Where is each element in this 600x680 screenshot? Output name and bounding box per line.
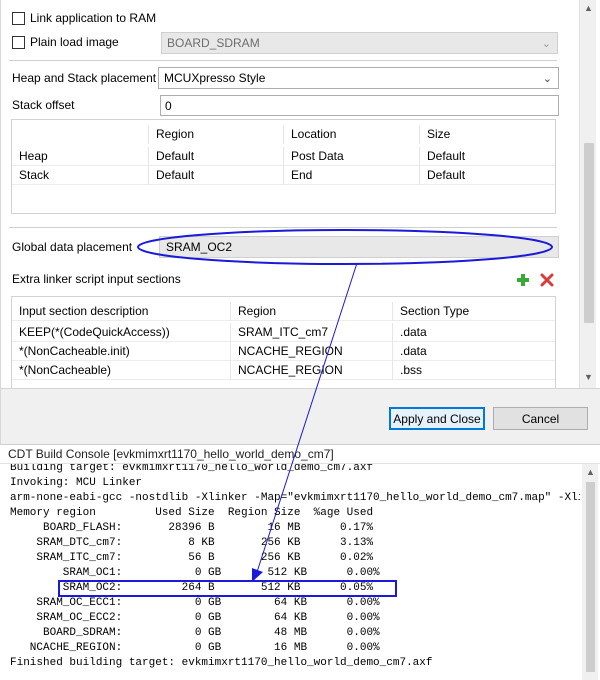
table-cell[interactable]: *(NonCacheable) (12, 361, 230, 380)
plain-load-row[interactable]: Plain load image (12, 34, 119, 50)
sections-table: Input section description Region Section… (11, 296, 556, 388)
table-header: Region (230, 302, 392, 321)
linker-settings-panel: Link application to RAM Plain load image… (0, 0, 600, 388)
console-line: SRAM_DTC_cm7: 8 KB 256 KB 3.13% (10, 537, 374, 549)
console-line: NCACHE_REGION: 0 GB 16 MB 0.00% (10, 642, 380, 654)
scrollbar-thumb[interactable] (584, 143, 594, 323)
vertical-scrollbar[interactable]: ▲ ▼ (579, 0, 596, 388)
console-scrollbar[interactable]: ▲ (582, 464, 598, 680)
link-app-ram-label: Link application to RAM (30, 11, 157, 25)
table-row[interactable]: *(NonCacheable) NCACHE_REGION .bss (12, 361, 555, 380)
console-line: SRAM_OC1: 0 GB 512 KB 0.00% (10, 567, 380, 579)
heap-stack-label: Heap and Stack placement (12, 71, 157, 85)
table-header: Region (148, 125, 283, 144)
console-line: SRAM_OC_ECC1: 0 GB 64 KB 0.00% (10, 597, 380, 609)
console-line: SRAM_ITC_cm7: 56 B 256 KB 0.02% (10, 552, 374, 564)
stack-offset-label: Stack offset (12, 98, 75, 112)
extra-sections-label: Extra linker script input sections (12, 272, 181, 286)
chevron-down-icon: ⌄ (541, 38, 551, 50)
table-cell[interactable]: SRAM_ITC_cm7 (230, 323, 392, 342)
table-row[interactable]: KEEP(*(CodeQuickAccess)) SRAM_ITC_cm7 .d… (12, 323, 555, 342)
table-header-row: Input section description Region Section… (12, 302, 555, 321)
table-cell[interactable]: .data (392, 342, 555, 361)
table-cell[interactable]: Default (148, 147, 283, 166)
scrollbar-thumb[interactable] (586, 482, 595, 672)
table-row[interactable]: *(NonCacheable.init) NCACHE_REGION .data (12, 342, 555, 361)
build-console: CDT Build Console [evkmimxrt1170_hello_w… (0, 444, 600, 680)
console-line: Finished building target: evkmimxrt1170_… (10, 657, 433, 669)
table-header: Section Type (392, 302, 555, 321)
table-cell[interactable]: KEEP(*(CodeQuickAccess)) (12, 323, 230, 342)
table-cell[interactable]: .bss (392, 361, 555, 380)
table-cell[interactable]: Default (148, 166, 283, 185)
heap-stack-value: MCUXpresso Style (164, 71, 266, 85)
table-header (12, 125, 148, 144)
console-line: arm-none-eabi-gcc -nostdlib -Xlinker -Ma… (10, 492, 580, 504)
table-header: Input section description (19, 304, 149, 318)
global-data-combo[interactable]: SRAM_OC2 (159, 236, 559, 258)
plain-load-target-value: BOARD_SDRAM (167, 36, 260, 50)
apply-and-close-button[interactable]: Apply and Close (389, 407, 485, 430)
scroll-up-icon[interactable]: ▲ (585, 467, 596, 477)
global-data-label: Global data placement (12, 240, 133, 254)
delete-x-icon[interactable] (539, 272, 555, 288)
console-line: Building target: evkmimxrt1170_hello_wor… (10, 464, 374, 474)
table-cell[interactable]: Default (419, 166, 555, 185)
console-output[interactable]: Building target: evkmimxrt1170_hello_wor… (0, 464, 580, 680)
global-data-value: SRAM_OC2 (166, 240, 233, 254)
divider (9, 227, 557, 228)
plain-load-target-combo: BOARD_SDRAM ⌄ (161, 32, 558, 54)
table-header: Size (419, 125, 555, 144)
table-cell: Heap (19, 149, 48, 163)
console-line: BOARD_FLASH: 28396 B 16 MB 0.17% (10, 522, 374, 534)
heap-stack-combo[interactable]: MCUXpresso Style ⌄ (158, 67, 559, 89)
table-cell[interactable]: Default (419, 147, 555, 166)
console-line: SRAM_OC_ECC2: 0 GB 64 KB 0.00% (10, 612, 380, 624)
table-header: Location (283, 125, 419, 144)
console-line: Invoking: MCU Linker (10, 477, 143, 489)
stack-offset-value: 0 (165, 98, 172, 113)
heap-stack-table: Region Location Size Heap Default Post D… (11, 119, 556, 214)
dialog-button-bar: Apply and Close Cancel (0, 388, 600, 444)
table-cell[interactable]: .data (392, 323, 555, 342)
console-title: CDT Build Console [evkmimxrt1170_hello_w… (0, 445, 600, 464)
console-line: BOARD_SDRAM: 0 GB 48 MB 0.00% (10, 627, 380, 639)
table-cell[interactable]: End (283, 166, 419, 185)
table-cell[interactable]: NCACHE_REGION (230, 342, 392, 361)
scroll-down-icon[interactable]: ▼ (583, 372, 594, 383)
cancel-button[interactable]: Cancel (493, 407, 588, 430)
link-app-ram-row[interactable]: Link application to RAM (12, 10, 156, 26)
plain-load-checkbox[interactable] (12, 35, 25, 49)
link-app-ram-checkbox[interactable] (12, 11, 25, 25)
table-header-row: Region Location Size (12, 125, 555, 144)
table-cell[interactable]: *(NonCacheable.init) (12, 342, 230, 361)
table-row[interactable]: Heap Default Post Data Default (12, 147, 555, 166)
divider (9, 60, 557, 61)
stack-offset-input[interactable]: 0 (160, 95, 559, 116)
table-cell[interactable]: Post Data (283, 147, 419, 166)
scroll-up-icon[interactable]: ▲ (583, 3, 594, 14)
chevron-down-icon: ⌄ (542, 73, 552, 85)
plain-load-label: Plain load image (30, 35, 119, 49)
table-row[interactable]: Stack Default End Default (12, 166, 555, 185)
table-cell[interactable]: NCACHE_REGION (230, 361, 392, 380)
table-cell: Stack (19, 168, 50, 182)
plus-icon[interactable] (515, 272, 531, 288)
console-line: Memory region Used Size Region Size %age… (10, 507, 374, 519)
console-line: SRAM_OC2: 264 B 512 KB 0.05% (10, 582, 374, 594)
